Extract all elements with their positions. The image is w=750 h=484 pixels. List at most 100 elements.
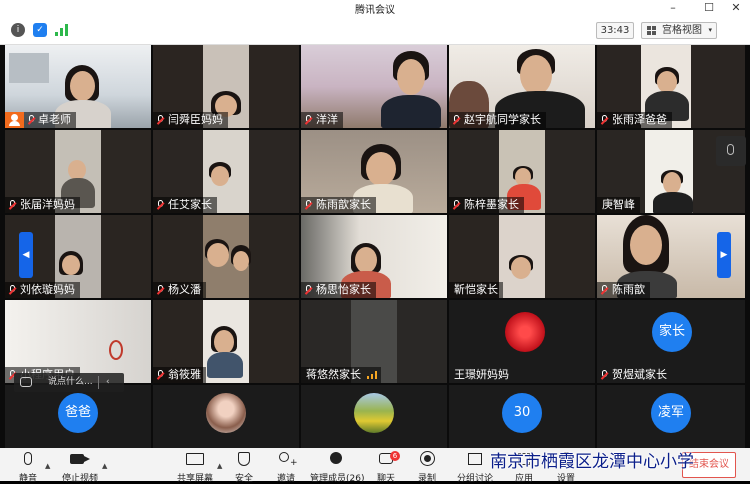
video-tile[interactable] (153, 385, 299, 448)
video-tile[interactable]: 蒋悠然家长 (301, 300, 447, 383)
stop-video-button[interactable]: 停止视频 (60, 450, 100, 484)
chat-input-overlay[interactable]: 说点什么... ‹ (14, 373, 124, 392)
mic-icon (727, 144, 734, 155)
meeting-timer: 33:43 (596, 22, 634, 39)
mic-muted-icon (452, 115, 461, 125)
participant-name: 闫舜臣妈妈 (153, 112, 228, 128)
video-tile[interactable]: 家长 贺煜斌家长 (597, 300, 745, 383)
chat-icon: 6 (379, 451, 400, 464)
mic-muted-icon (452, 200, 461, 210)
signal-icon[interactable] (55, 24, 68, 36)
meeting-window: 腾讯会议 – ☐ ✕ i ✓ 33:43 宫格视图 ▾ 卓老师 闫舜臣妈妈 洋洋… (0, 0, 750, 484)
participant-name: 杨义潘 (153, 282, 206, 298)
collapse-chat-icon[interactable]: ‹ (106, 373, 110, 392)
video-tile[interactable]: 卓老师 (5, 45, 151, 128)
manage-members-button[interactable]: 管理成员(26) (310, 450, 364, 484)
participant-name: 张届洋妈妈 (5, 197, 80, 213)
avatar: 30 (502, 393, 542, 433)
mic-muted-icon (156, 200, 165, 210)
prev-page-button[interactable]: ◀ (19, 232, 33, 278)
video-tile[interactable]: 张雨泽爸爸 (597, 45, 745, 128)
participant-name: 任艾家长 (153, 197, 217, 213)
video-tile[interactable]: 靳恺家长 (449, 215, 595, 298)
participant-name: 陈梓墨家长 (449, 197, 524, 213)
maximize-button[interactable]: ☐ (697, 0, 721, 17)
video-tile[interactable]: 任艾家长 (153, 130, 299, 213)
video-tile[interactable]: 爸爸 (5, 385, 151, 448)
participant-name: 张雨泽爸爸 (597, 112, 672, 128)
mic-muted-icon (600, 115, 609, 125)
info-icon[interactable]: i (11, 23, 25, 37)
video-tile[interactable]: 闫舜臣妈妈 (153, 45, 299, 128)
view-mode-button[interactable]: 宫格视图 ▾ (641, 22, 717, 39)
mic-muted-icon (304, 115, 313, 125)
breakout-rooms-button[interactable]: 分组讨论 (455, 450, 495, 484)
mic-icon (24, 452, 32, 465)
video-tile[interactable]: 陈雨歆家长 (301, 130, 447, 213)
chevron-up-icon[interactable]: ▲ (45, 462, 50, 470)
participant-name: 王璟妍妈妈 (454, 368, 509, 381)
breakout-icon (468, 453, 482, 465)
mic-muted-icon (27, 115, 36, 125)
chevron-up-icon[interactable]: ▲ (217, 462, 222, 470)
mic-muted-icon (156, 285, 165, 295)
invite-button[interactable]: + 邀请 (272, 450, 300, 484)
video-tile[interactable]: 杨义潘 (153, 215, 299, 298)
shield-icon[interactable]: ✓ (33, 23, 47, 37)
mic-muted-icon (8, 285, 17, 295)
mute-button[interactable]: 静音 (14, 450, 42, 484)
participant-name: 刘依璇妈妈 (5, 282, 80, 298)
close-button[interactable]: ✕ (724, 0, 748, 17)
participant-name: 赵宇航同学家长 (449, 112, 546, 128)
avatar (354, 393, 394, 433)
watermark-text: 南京市栖霞区龙潭中心小学 (490, 452, 694, 472)
screen-share-icon (186, 453, 204, 465)
video-tile[interactable]: 赵宇航同学家长 (449, 45, 595, 128)
video-tile[interactable]: 小程序用户 (5, 300, 151, 383)
add-person-icon (279, 452, 289, 462)
view-mode-label: 宫格视图 (662, 25, 702, 36)
side-mic-button[interactable] (716, 136, 746, 166)
video-tile[interactable]: 张届洋妈妈 (5, 130, 151, 213)
minimize-button[interactable]: – (661, 0, 685, 17)
participant-name: 杨思怡家长 (301, 282, 376, 298)
chat-bubble-icon (20, 377, 32, 387)
chat-count-badge: 6 (390, 451, 400, 461)
mic-muted-icon (8, 200, 17, 210)
chat-placeholder: 说点什么... (48, 377, 93, 387)
mic-muted-icon (156, 370, 165, 380)
participant-name: 洋洋 (301, 112, 343, 128)
security-button[interactable]: 安全 (230, 450, 258, 484)
title-bar: 腾讯会议 – ☐ ✕ (0, 0, 750, 17)
participant-name: 陈雨歆 (597, 282, 650, 298)
video-tile[interactable]: 杨思怡家长 (301, 215, 447, 298)
chevron-down-icon: ▾ (708, 26, 712, 34)
record-button[interactable]: 录制 (413, 450, 441, 484)
video-tile[interactable]: 翁筱雅 (153, 300, 299, 383)
participant-name: 贺煜斌家长 (597, 367, 672, 383)
chat-button[interactable]: 6 聊天 (372, 450, 400, 484)
host-icon (5, 112, 24, 128)
grid-icon (647, 26, 657, 35)
participant-name: 卓老师 (24, 112, 76, 128)
meeting-info-bar: i ✓ 33:43 宫格视图 ▾ (0, 17, 750, 45)
audio-level-icon (367, 371, 377, 379)
window-title: 腾讯会议 (355, 5, 395, 16)
mic-muted-icon (600, 285, 609, 295)
members-icon (330, 452, 342, 464)
video-tile[interactable]: 凌军 (597, 385, 745, 448)
avatar: 爸爸 (58, 393, 98, 433)
video-tile[interactable]: 王璟妍妈妈 (449, 300, 595, 383)
next-page-button[interactable]: ▶ (717, 232, 731, 278)
camera-icon (70, 454, 84, 464)
video-tile[interactable]: 洋洋 (301, 45, 447, 128)
video-tile[interactable]: 30 (449, 385, 595, 448)
mic-muted-icon (600, 370, 609, 380)
share-screen-button[interactable]: 共享屏幕 (175, 450, 215, 484)
video-tile[interactable] (301, 385, 447, 448)
avatar (505, 312, 545, 352)
chevron-up-icon[interactable]: ▲ (102, 462, 107, 470)
participant-name: 靳恺家长 (449, 282, 503, 298)
avatar (206, 393, 246, 433)
video-tile[interactable]: 陈梓墨家长 (449, 130, 595, 213)
